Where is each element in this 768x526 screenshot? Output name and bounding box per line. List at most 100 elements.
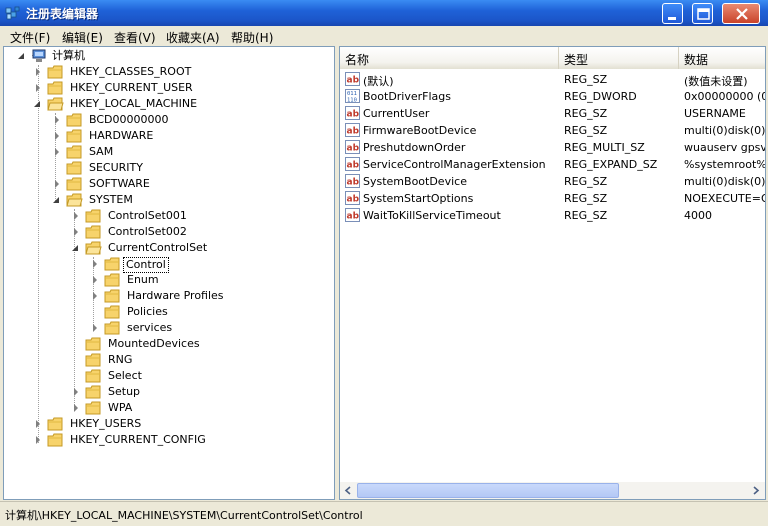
menu-edit[interactable]: 编辑(E) bbox=[62, 29, 103, 46]
tree-label: Setup bbox=[108, 385, 141, 398]
string-value-icon: ab bbox=[345, 174, 360, 188]
tree-label: SOFTWARE bbox=[89, 177, 150, 190]
tree-node-select[interactable]: Select bbox=[70, 368, 270, 384]
folder-icon bbox=[104, 273, 120, 287]
column-header-name[interactable]: 名称 bbox=[340, 47, 559, 69]
tree-label: CurrentControlSet bbox=[108, 241, 208, 254]
menu-view[interactable]: 查看(V) bbox=[114, 29, 156, 46]
folder-icon bbox=[104, 289, 120, 303]
tree-label: ControlSet002 bbox=[108, 225, 187, 238]
string-value-icon: ab bbox=[345, 157, 360, 171]
value-row[interactable]: ab (默认) REG_SZ (数值未设置) bbox=[340, 71, 765, 88]
value-data: 4000 bbox=[684, 209, 712, 222]
menu-file[interactable]: 文件(F) bbox=[10, 29, 50, 46]
horizontal-scrollbar[interactable] bbox=[340, 482, 765, 499]
tree-node-controlset001[interactable]: ControlSet001 bbox=[70, 208, 270, 224]
minimize-button[interactable] bbox=[662, 3, 683, 24]
folder-open-icon bbox=[47, 97, 64, 111]
collapsed-arrow-icon bbox=[55, 180, 59, 188]
tree-node-software[interactable]: SOFTWARE bbox=[51, 176, 251, 192]
value-name: SystemBootDevice bbox=[363, 175, 467, 188]
menu-help[interactable]: 帮助(H) bbox=[231, 29, 273, 46]
scroll-right-button[interactable] bbox=[748, 482, 764, 499]
folder-icon bbox=[85, 225, 101, 239]
value-type: REG_SZ bbox=[564, 107, 608, 120]
minimize-icon bbox=[668, 17, 676, 20]
tree-node-bcd[interactable]: BCD00000000 bbox=[51, 112, 251, 128]
collapsed-arrow-icon bbox=[55, 148, 59, 156]
scroll-left-button[interactable] bbox=[340, 482, 356, 499]
value-row[interactable]: ab FirmwareBootDevice REG_SZ multi(0)disk(0… bbox=[340, 122, 765, 139]
tree-node-security[interactable]: SECURITY bbox=[51, 160, 251, 176]
tree-label: SYSTEM bbox=[89, 193, 133, 206]
tree-node-computer[interactable]: 计算机 bbox=[18, 48, 138, 64]
collapsed-arrow-icon bbox=[74, 228, 78, 236]
folder-icon bbox=[85, 337, 101, 351]
collapsed-arrow-icon bbox=[74, 212, 78, 220]
value-row[interactable]: ab WaitToKillServiceTimeout REG_SZ 4000 bbox=[340, 207, 765, 224]
tree-node-system[interactable]: SYSTEM bbox=[51, 192, 251, 208]
collapsed-arrow-icon bbox=[36, 436, 40, 444]
collapsed-arrow-icon bbox=[55, 132, 59, 140]
svg-text:110: 110 bbox=[347, 98, 357, 104]
value-name: PreshutdownOrder bbox=[363, 141, 466, 154]
tree-node-currentcontrolset[interactable]: CurrentControlSet bbox=[70, 240, 270, 256]
tree-node-setup[interactable]: Setup bbox=[70, 384, 270, 400]
tree-node-rng[interactable]: RNG bbox=[70, 352, 270, 368]
tree-node-controlset002[interactable]: ControlSet002 bbox=[70, 224, 270, 240]
tree-node-enum[interactable]: Enum bbox=[89, 272, 289, 288]
tree-node-hardware-profiles[interactable]: Hardware Profiles bbox=[89, 288, 289, 304]
tree-node-mounteddevices[interactable]: MountedDevices bbox=[70, 336, 270, 352]
tree-node-hardware[interactable]: HARDWARE bbox=[51, 128, 251, 144]
tree-node-wpa[interactable]: WPA bbox=[70, 400, 270, 416]
value-type: REG_DWORD bbox=[564, 90, 637, 103]
value-type: REG_SZ bbox=[564, 209, 608, 222]
tree-node-hku[interactable]: HKEY_USERS bbox=[32, 416, 232, 432]
tree-label: HKEY_USERS bbox=[70, 417, 142, 430]
tree-label: Policies bbox=[127, 305, 168, 318]
value-list[interactable]: 名称 类型 数据 ab (默认) REG_SZ (数值未设置) 011 110 BootDr… bbox=[339, 46, 766, 500]
folder-icon bbox=[104, 305, 120, 319]
tree-label: HKEY_CURRENT_CONFIG bbox=[70, 433, 206, 446]
string-value-icon: ab bbox=[345, 140, 360, 154]
maximize-button[interactable] bbox=[692, 3, 713, 24]
folder-icon bbox=[47, 433, 63, 447]
svg-text:ab: ab bbox=[347, 110, 360, 120]
string-value-icon: ab bbox=[345, 191, 360, 205]
menu-favorites[interactable]: 收藏夹(A) bbox=[166, 29, 220, 46]
tree-label: HKEY_CLASSES_ROOT bbox=[70, 65, 192, 78]
tree-node-services[interactable]: services bbox=[89, 320, 289, 336]
value-type: REG_SZ bbox=[564, 175, 608, 188]
close-icon bbox=[736, 8, 748, 20]
scroll-thumb[interactable] bbox=[357, 483, 619, 498]
svg-text:ab: ab bbox=[347, 76, 360, 86]
column-header-data[interactable]: 数据 bbox=[679, 47, 765, 69]
column-header-type[interactable]: 类型 bbox=[559, 47, 679, 69]
tree-node-sam[interactable]: SAM bbox=[51, 144, 251, 160]
value-data: wuauserv gpsvc bbox=[684, 141, 766, 154]
value-row[interactable]: ab CurrentUser REG_SZ USERNAME bbox=[340, 105, 765, 122]
svg-text:ab: ab bbox=[347, 161, 360, 171]
folder-icon bbox=[104, 257, 120, 271]
folder-icon bbox=[66, 161, 82, 175]
value-row[interactable]: ab ServiceControlManagerExtension REG_EXPA… bbox=[340, 156, 765, 173]
value-row[interactable]: ab SystemStartOptions REG_SZ NOEXECUTE=O bbox=[340, 190, 765, 207]
tree-node-hklm[interactable]: HKEY_LOCAL_MACHINE bbox=[32, 96, 232, 112]
tree-node-hkcu[interactable]: HKEY_CURRENT_USER bbox=[32, 80, 232, 96]
binary-value-icon: 011110 bbox=[345, 89, 360, 104]
key-tree[interactable]: 计算机 HKEY_CLASSES_ROOT HKEY_CURRENT_USER … bbox=[3, 46, 335, 500]
title-bar[interactable]: 注册表编辑器 bbox=[0, 0, 768, 26]
folder-open-icon bbox=[85, 241, 102, 255]
status-path: 计算机\HKEY_LOCAL_MACHINE\SYSTEM\CurrentCon… bbox=[5, 509, 363, 522]
tree-node-hkcr[interactable]: HKEY_CLASSES_ROOT bbox=[32, 64, 232, 80]
value-row[interactable]: abSystemBootDevice REG_SZ multi(0)disk(0)r… bbox=[340, 173, 765, 190]
value-type: REG_SZ bbox=[564, 73, 608, 86]
collapsed-arrow-icon bbox=[93, 324, 97, 332]
tree-node-control[interactable]: Control bbox=[89, 256, 289, 273]
value-row[interactable]: ab PreshutdownOrder REG_MULTI_SZ wuauserv g… bbox=[340, 139, 766, 156]
close-button[interactable] bbox=[722, 3, 760, 24]
tree-node-hkcc[interactable]: HKEY_CURRENT_CONFIG bbox=[32, 432, 232, 448]
tree-label: 计算机 bbox=[52, 49, 85, 62]
tree-node-policies[interactable]: Policies bbox=[89, 304, 289, 320]
value-row[interactable]: 011 110 BootDriverFlags REG_DWORD 0x00000000… bbox=[340, 88, 765, 105]
